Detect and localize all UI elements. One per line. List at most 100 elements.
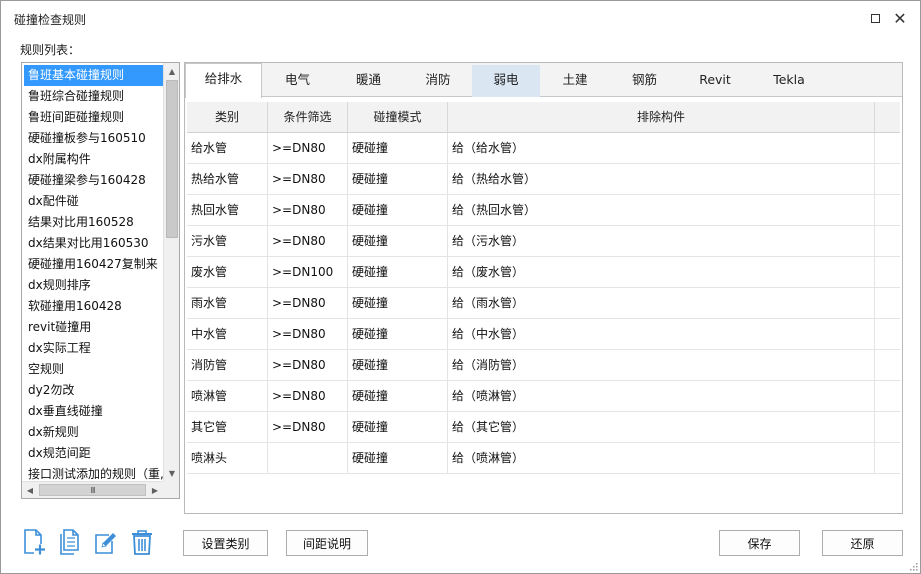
column-header-excluded-parts[interactable]: 排除构件 [448,102,875,132]
cell-excluded-parts[interactable]: 给（其它管） [448,412,875,442]
table-row[interactable]: 热给水管 >=DN80 硬碰撞 给（热给水管） [187,164,900,195]
scroll-left-arrow-icon[interactable]: ◀ [22,482,38,498]
cell-collision-mode[interactable]: 硬碰撞 [348,226,448,256]
cell-filter[interactable] [268,443,348,473]
table-row[interactable]: 中水管 >=DN80 硬碰撞 给（中水管） [187,319,900,350]
cell-collision-mode[interactable]: 硬碰撞 [348,133,448,163]
table-row[interactable]: 污水管 >=DN80 硬碰撞 给（污水管） [187,226,900,257]
tab-4[interactable]: 弱电 [472,65,540,97]
rule-list-item[interactable]: revit碰撞用 [24,317,163,338]
cell-category[interactable]: 热给水管 [187,164,268,194]
cell-filter[interactable]: >=DN80 [268,350,348,380]
cell-collision-mode[interactable]: 硬碰撞 [348,319,448,349]
cell-category[interactable]: 雨水管 [187,288,268,318]
scroll-up-arrow-icon[interactable]: ▲ [164,63,179,79]
horizontal-scroll-thumb[interactable]: III [39,484,146,496]
rule-list-item[interactable]: 硬碰撞板参与160510 [24,128,163,149]
rule-list-item[interactable]: dx规范间距 [24,443,163,464]
cell-excluded-parts[interactable]: 给（热回水管） [448,195,875,225]
rule-list-item[interactable]: 硬碰撞梁参与160428 [24,170,163,191]
spacing-info-button[interactable]: 间距说明 [286,530,368,556]
cell-excluded-parts[interactable]: 给（污水管） [448,226,875,256]
cell-excluded-parts[interactable]: 给（雨水管） [448,288,875,318]
cell-collision-mode[interactable]: 硬碰撞 [348,381,448,411]
resize-grip-icon[interactable] [908,561,918,571]
rule-list-item[interactable]: dx实际工程 [24,338,163,359]
tab-6[interactable]: 钢筋 [610,65,679,97]
cell-collision-mode[interactable]: 硬碰撞 [348,350,448,380]
rule-list-item[interactable]: dx新规则 [24,422,163,443]
cell-collision-mode[interactable]: 硬碰撞 [348,195,448,225]
cell-excluded-parts[interactable]: 给（热给水管） [448,164,875,194]
rule-list-item[interactable]: 空规则 [24,359,163,380]
column-header-collision-mode[interactable]: 碰撞模式 [348,102,448,132]
rule-list-item[interactable]: 鲁班基本碰撞规则 [24,65,163,86]
tab-8[interactable]: Tekla [751,65,827,97]
table-row[interactable]: 废水管 >=DN100 硬碰撞 给（废水管） [187,257,900,288]
cell-category[interactable]: 废水管 [187,257,268,287]
cell-excluded-parts[interactable]: 给（给水管） [448,133,875,163]
new-rule-button[interactable] [22,529,46,555]
tab-7[interactable]: Revit [679,65,751,97]
column-header-filter[interactable]: 条件筛选 [268,102,348,132]
cell-category[interactable]: 喷淋管 [187,381,268,411]
table-row[interactable]: 喷淋管 >=DN80 硬碰撞 给（喷淋管） [187,381,900,412]
rule-list-item[interactable]: 软碰撞用160428 [24,296,163,317]
rule-list-item[interactable]: dx规则排序 [24,275,163,296]
rule-list-item[interactable]: dy2勿改 [24,380,163,401]
restore-button[interactable]: 还原 [822,530,903,556]
tab-3[interactable]: 消防 [404,65,472,97]
cell-category[interactable]: 喷淋头 [187,443,268,473]
cell-category[interactable]: 消防管 [187,350,268,380]
rule-list-item[interactable]: dx结果对比用160530 [24,233,163,254]
table-row[interactable]: 其它管 >=DN80 硬碰撞 给（其它管） [187,412,900,443]
cell-filter[interactable]: >=DN80 [268,226,348,256]
table-row[interactable]: 雨水管 >=DN80 硬碰撞 给（雨水管） [187,288,900,319]
copy-rule-button[interactable] [57,529,81,555]
cell-filter[interactable]: >=DN100 [268,257,348,287]
rule-list-item[interactable]: dx附属构件 [24,149,163,170]
tab-1[interactable]: 电气 [262,65,333,97]
rule-list-item[interactable]: 鲁班间距碰撞规则 [24,107,163,128]
cell-excluded-parts[interactable]: 给（消防管） [448,350,875,380]
cell-filter[interactable]: >=DN80 [268,164,348,194]
table-row[interactable]: 消防管 >=DN80 硬碰撞 给（消防管） [187,350,900,381]
cell-filter[interactable]: >=DN80 [268,133,348,163]
scroll-down-arrow-icon[interactable]: ▼ [164,465,179,481]
set-category-button[interactable]: 设置类别 [183,530,268,556]
save-button[interactable]: 保存 [719,530,800,556]
scroll-right-arrow-icon[interactable]: ▶ [147,482,163,498]
cell-excluded-parts[interactable]: 给（中水管） [448,319,875,349]
cell-filter[interactable]: >=DN80 [268,288,348,318]
cell-excluded-parts[interactable]: 给（喷淋管） [448,443,875,473]
rule-list-horizontal-scrollbar[interactable]: ◀ III ▶ [22,481,179,498]
title-bar[interactable]: 碰撞检查规则 ✕ [1,1,920,35]
cell-collision-mode[interactable]: 硬碰撞 [348,288,448,318]
cell-category[interactable]: 其它管 [187,412,268,442]
delete-rule-button[interactable] [130,529,154,555]
rule-list-item[interactable]: 结果对比用160528 [24,212,163,233]
rule-list-item[interactable]: 硬碰撞用160427复制来 [24,254,163,275]
tab-2[interactable]: 暖通 [333,65,404,97]
cell-filter[interactable]: >=DN80 [268,381,348,411]
rule-list-vertical-scrollbar[interactable]: ▲ ▼ [163,63,179,481]
vertical-scroll-thumb[interactable] [166,80,178,238]
cell-excluded-parts[interactable]: 给（废水管） [448,257,875,287]
cell-category[interactable]: 给水管 [187,133,268,163]
cell-collision-mode[interactable]: 硬碰撞 [348,257,448,287]
cell-collision-mode[interactable]: 硬碰撞 [348,412,448,442]
maximize-button[interactable] [866,9,884,27]
tab-5[interactable]: 土建 [540,65,610,97]
cell-category[interactable]: 污水管 [187,226,268,256]
table-row[interactable]: 给水管 >=DN80 硬碰撞 给（给水管） [187,133,900,164]
cell-filter[interactable]: >=DN80 [268,319,348,349]
cell-filter[interactable]: >=DN80 [268,195,348,225]
cell-filter[interactable]: >=DN80 [268,412,348,442]
rule-list[interactable]: 鲁班基本碰撞规则 鲁班综合碰撞规则 鲁班间距碰撞规则 硬碰撞板参与160510 dx附属… [21,62,180,499]
tab-0[interactable]: 给排水 [185,63,262,98]
rule-list-item[interactable]: dx配件碰 [24,191,163,212]
table-row[interactable]: 热回水管 >=DN80 硬碰撞 给（热回水管） [187,195,900,226]
cell-excluded-parts[interactable]: 给（喷淋管） [448,381,875,411]
cell-collision-mode[interactable]: 硬碰撞 [348,443,448,473]
cell-category[interactable]: 热回水管 [187,195,268,225]
